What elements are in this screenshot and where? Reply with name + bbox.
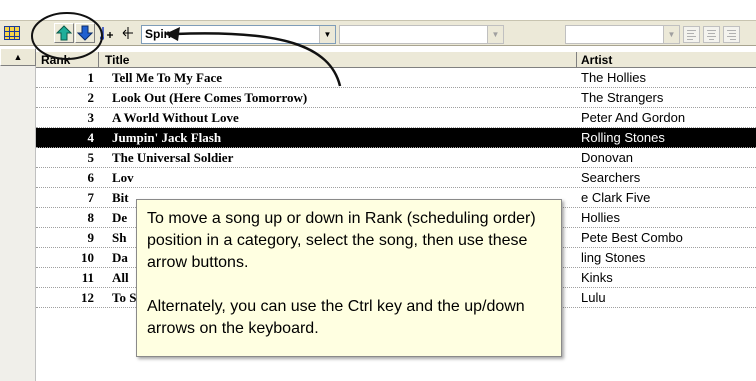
vertical-scrollbar[interactable]: ▲ <box>0 48 36 381</box>
move-up-button[interactable] <box>54 23 74 43</box>
title-cell: Bit <box>112 190 129 205</box>
scroll-up-arrow[interactable]: ▲ <box>0 48 36 66</box>
align-left-button[interactable] <box>683 26 700 43</box>
sort-ascending-icon <box>100 27 113 40</box>
toolbar: Spins ▼ ▼ ▼ <box>0 0 756 55</box>
title-cell: Lov <box>112 170 134 185</box>
artist-cell: Donovan <box>581 150 634 165</box>
move-up-icon <box>56 25 72 41</box>
artist-cell: e Clark Five <box>581 190 651 205</box>
title-cell: Da <box>112 250 128 265</box>
table-row[interactable]: 5 The Universal Soldier Donovan <box>36 148 756 168</box>
field-selector-icon <box>122 27 133 39</box>
rank-cell: 11 <box>81 270 94 285</box>
tooltip-text-secondary: Alternately, you can use the Ctrl key an… <box>147 298 525 337</box>
font-select[interactable]: ▼ <box>565 25 680 44</box>
sort-button[interactable] <box>97 23 117 43</box>
chevron-down-icon[interactable]: ▼ <box>487 26 503 43</box>
help-tooltip: To move a song up or down in Rank (sched… <box>136 199 562 357</box>
artist-cell: The Hollies <box>581 70 647 85</box>
title-cell: The Universal Soldier <box>112 150 234 165</box>
chevron-down-icon[interactable]: ▼ <box>663 26 679 43</box>
title-cell: A World Without Love <box>112 110 239 125</box>
align-right-button[interactable] <box>723 26 740 43</box>
artist-cell: Searchers <box>581 170 641 185</box>
title-cell: De <box>112 210 128 225</box>
category-select[interactable]: Spins ▼ <box>141 25 336 44</box>
rank-cell: 12 <box>81 290 94 305</box>
rank-cell: 10 <box>81 250 94 265</box>
field-selector-button[interactable] <box>118 23 138 43</box>
grid-view-button[interactable] <box>2 23 22 43</box>
table-row[interactable]: 1 Tell Me To My Face The Hollies <box>36 68 756 88</box>
column-separator <box>576 52 577 68</box>
rank-cell: 2 <box>87 90 95 105</box>
title-cell: Tell Me To My Face <box>112 70 223 85</box>
table-row[interactable]: 6 Lov Searchers <box>36 168 756 188</box>
rank-cell: 7 <box>87 190 95 205</box>
category-select-value: Spins <box>145 27 178 41</box>
column-header-rank[interactable]: Rank <box>41 53 70 67</box>
title-cell: Sh <box>112 230 127 245</box>
rank-cell: 6 <box>87 170 95 185</box>
title-cell: All <box>112 270 129 285</box>
table-row[interactable]: 3 A World Without Love Peter And Gordon <box>36 108 756 128</box>
artist-cell: Rolling Stones <box>581 130 665 145</box>
tooltip-text-primary: To move a song up or down in Rank (sched… <box>147 210 536 271</box>
chevron-down-icon[interactable]: ▼ <box>319 26 335 43</box>
artist-cell: ling Stones <box>581 250 646 265</box>
title-cell: Jumpin' Jack Flash <box>112 130 222 145</box>
rank-cell: 4 <box>87 130 95 145</box>
artist-cell: Peter And Gordon <box>581 110 686 125</box>
rank-cell: 3 <box>87 110 95 125</box>
grid-icon <box>4 26 20 40</box>
artist-cell: Hollies <box>581 210 621 225</box>
rank-cell: 8 <box>87 210 95 225</box>
move-down-button[interactable] <box>75 23 95 43</box>
title-cell: Look Out (Here Comes Tomorrow) <box>112 90 308 105</box>
secondary-select[interactable]: ▼ <box>339 25 504 44</box>
artist-cell: The Strangers <box>581 90 664 105</box>
artist-cell: Pete Best Combo <box>581 230 683 245</box>
align-center-button[interactable] <box>703 26 720 43</box>
rank-cell: 9 <box>87 230 95 245</box>
column-separator <box>98 52 99 68</box>
artist-cell: Lulu <box>581 290 606 305</box>
column-header-title[interactable]: Title <box>105 53 129 67</box>
table-row[interactable]: 2 Look Out (Here Comes Tomorrow) The Stran… <box>36 88 756 108</box>
table-row[interactable]: 4 Jumpin' Jack Flash Rolling Stones <box>36 128 756 148</box>
grid-header: Rank Title Artist <box>36 52 756 68</box>
move-down-icon <box>77 25 93 41</box>
artist-cell: Kinks <box>581 270 613 285</box>
rank-cell: 1 <box>87 70 95 85</box>
rank-cell: 5 <box>87 150 95 165</box>
column-header-artist[interactable]: Artist <box>581 53 612 67</box>
